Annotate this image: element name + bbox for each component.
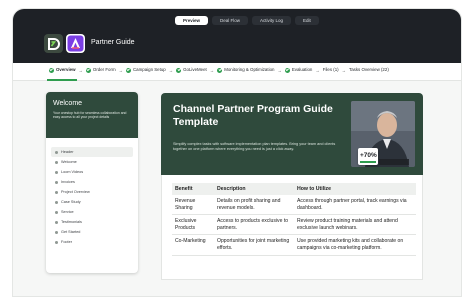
- column-header: How to Utilize: [294, 183, 416, 195]
- tab-activity-log[interactable]: Activity Log: [252, 16, 292, 25]
- dot-icon: [55, 160, 58, 164]
- hero-description: Simplify complex tasks with software imp…: [173, 142, 336, 151]
- benefits-table: Benefit Description How to Utilize Reven…: [172, 183, 416, 256]
- check-icon: [49, 67, 54, 73]
- step-golivemeet[interactable]: GoLiveMeet: [176, 67, 207, 73]
- check-icon: [284, 67, 290, 73]
- sidebar-description: Your onestop hub for seamless collaborat…: [53, 111, 127, 120]
- top-bar: Preview Deal Flow Activity Log Edit Part…: [13, 9, 461, 63]
- page-title: Channel Partner Program Guide Template: [173, 103, 333, 128]
- table-cell: Use provided marketing kits and collabor…: [294, 234, 416, 256]
- client-logo-icon: [66, 34, 85, 53]
- active-step-indicator: [47, 79, 77, 81]
- sidebar-header: Welcome Your onestop hub for seamless co…: [46, 92, 138, 138]
- table-row: Exclusive Products Access to products ex…: [172, 214, 416, 236]
- hero-banner: Channel Partner Program Guide Template S…: [161, 93, 423, 175]
- step-order-form[interactable]: Order Form: [85, 67, 116, 73]
- arrow-right-icon: →: [78, 67, 83, 73]
- tab-edit[interactable]: Edit: [295, 16, 319, 25]
- arrow-right-icon: →: [209, 67, 215, 73]
- sidebar-item-welcome[interactable]: Welcome: [51, 157, 133, 167]
- dot-icon: [55, 180, 58, 184]
- step-campaign-setup[interactable]: Campaign Setup: [126, 67, 166, 73]
- sidebar: Welcome Your onestop hub for seamless co…: [46, 92, 138, 273]
- sidebar-item-footer[interactable]: Footer: [51, 237, 133, 247]
- sidebar-item-testimonials[interactable]: Testimonials: [51, 217, 133, 227]
- tab-preview[interactable]: Preview: [175, 16, 209, 25]
- sidebar-title: Welcome: [53, 100, 83, 107]
- table-cell: Review product training materials and at…: [294, 214, 416, 236]
- table-cell: Access to products exclusive to partners…: [214, 214, 294, 236]
- step-files[interactable]: Files (1): [323, 67, 339, 73]
- sidebar-item-invoices[interactable]: Invoices: [51, 177, 133, 187]
- arrow-right-icon: →: [118, 67, 123, 73]
- view-tabs: Preview Deal Flow Activity Log Edit: [175, 16, 319, 25]
- arrow-right-icon: →: [315, 67, 320, 73]
- arrow-right-icon: →: [277, 67, 282, 73]
- dot-icon: [55, 150, 58, 154]
- table-header-row: Benefit Description How to Utilize: [172, 183, 416, 195]
- main-content: Channel Partner Program Guide Template S…: [147, 81, 436, 280]
- dot-icon: [55, 200, 58, 204]
- step-list: Overview → Order Form → Campaign Setup →…: [49, 67, 389, 73]
- benefits-table-card: Benefit Description How to Utilize Reven…: [161, 175, 423, 280]
- dot-icon: [55, 190, 58, 194]
- table-cell: Access through partner portal, track ear…: [294, 195, 416, 216]
- growth-bar: [360, 161, 376, 163]
- column-header: Description: [214, 183, 294, 195]
- table-cell: Revenue Sharing: [172, 195, 214, 216]
- step-evaluation[interactable]: Evaluation: [284, 67, 312, 73]
- step-overview[interactable]: Overview: [49, 67, 76, 73]
- dot-icon: [55, 240, 58, 244]
- tab-deal-flow[interactable]: Deal Flow: [212, 16, 249, 25]
- sidebar-item-case-study[interactable]: Case Study: [51, 197, 133, 207]
- sidebar-item-project-overview[interactable]: Project Overview: [51, 187, 133, 197]
- column-header: Benefit: [172, 183, 214, 195]
- sidebar-nav: Header Welcome Loom Videos Invoices Proj…: [51, 147, 133, 247]
- dot-icon: [55, 210, 58, 214]
- page: Preview Deal Flow Activity Log Edit Part…: [0, 0, 474, 297]
- app-title: Partner Guide: [91, 39, 135, 46]
- table-cell: Exclusive Products: [172, 214, 214, 236]
- table-cell: Co-Marketing: [172, 234, 214, 256]
- table-cell: Details on profit sharing and revenue mo…: [214, 195, 294, 216]
- table-row: Revenue Sharing Details on profit sharin…: [172, 195, 416, 216]
- dot-icon: [55, 230, 58, 234]
- check-icon: [85, 67, 91, 73]
- step-tasks-overview[interactable]: Tasks Overview (22): [349, 67, 389, 73]
- dot-icon: [55, 220, 58, 224]
- check-icon: [217, 67, 223, 73]
- table-cell: Opportunities for joint marketing effort…: [214, 234, 294, 256]
- step-monitoring[interactable]: Monitoring & Optimization: [217, 67, 274, 73]
- table-row: Co-Marketing Opportunities for joint mar…: [172, 234, 416, 256]
- check-icon: [126, 67, 131, 73]
- sidebar-item-header[interactable]: Header: [51, 147, 133, 157]
- sidebar-item-service[interactable]: Service: [51, 207, 133, 217]
- check-icon: [176, 67, 182, 73]
- arrow-right-icon: →: [341, 67, 347, 73]
- app-window: Preview Deal Flow Activity Log Edit Part…: [12, 8, 462, 297]
- arrow-right-icon: →: [168, 67, 174, 73]
- growth-value: +70%: [360, 152, 377, 159]
- step-bar: Overview → Order Form → Campaign Setup →…: [13, 63, 461, 81]
- growth-badge: +70%: [358, 148, 378, 165]
- sidebar-item-get-started[interactable]: Get Started: [51, 227, 133, 237]
- brand-logo-icon: [44, 34, 63, 53]
- dot-icon: [55, 170, 58, 174]
- sidebar-item-loom-videos[interactable]: Loom Videos: [51, 167, 133, 177]
